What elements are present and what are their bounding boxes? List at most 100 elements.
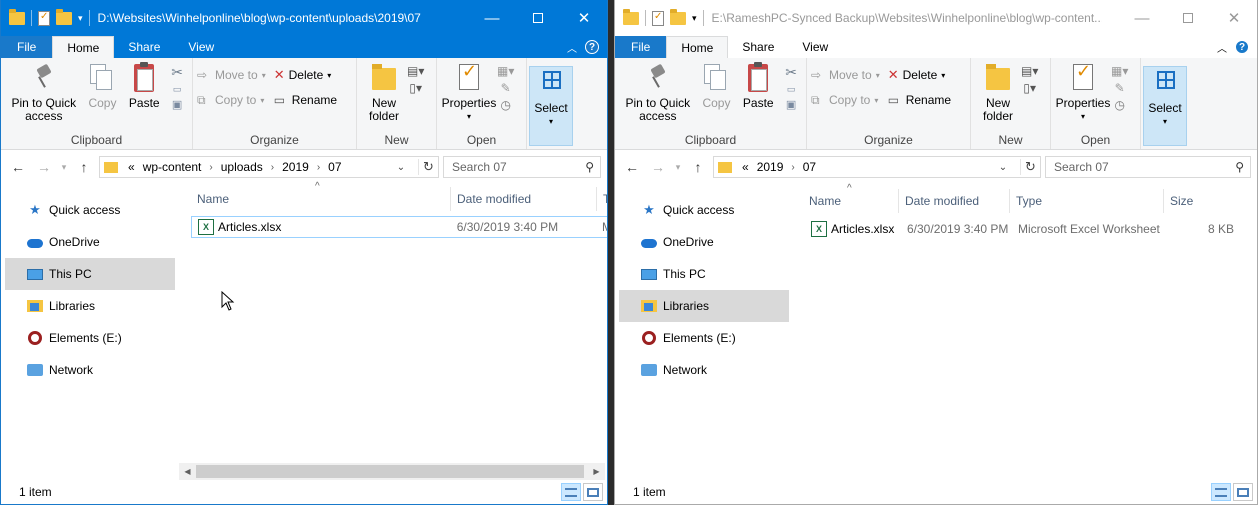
chevron-up-icon[interactable]: ︿ [1217, 40, 1227, 55]
easy-access-icon[interactable]: ▯▾ [409, 81, 422, 95]
breadcrumb-item[interactable]: 07 [803, 160, 816, 174]
refresh-button[interactable]: ↻ [1020, 159, 1040, 175]
breadcrumb-item[interactable]: 2019 [282, 160, 309, 174]
scroll-right-icon[interactable]: ▶ [588, 467, 605, 476]
new-item-icon[interactable]: ▤▾ [407, 64, 424, 78]
open-icon[interactable]: ▦▾ [1111, 64, 1128, 78]
cut-icon[interactable]: ✂ [785, 64, 797, 81]
tab-view[interactable]: View [174, 36, 228, 58]
copy-to-button[interactable]: ⧉ Copy to ▾ [197, 89, 266, 111]
nav-item-this-pc[interactable]: This PC [5, 258, 175, 290]
chevron-right-icon[interactable]: › [791, 162, 794, 173]
history-icon[interactable]: ◷ [500, 98, 510, 112]
properties-qat-icon[interactable] [652, 10, 664, 26]
scroll-left-icon[interactable]: ◀ [179, 467, 196, 476]
rename-button[interactable]: ▭ Rename [888, 89, 951, 111]
copy-path-icon[interactable]: ▭ [173, 84, 182, 95]
edit-icon[interactable]: ✎ [501, 81, 511, 95]
new-folder-qat-icon[interactable] [670, 8, 686, 25]
column-header-name[interactable]: Name [191, 187, 451, 211]
nav-item-onedrive[interactable]: OneDrive [5, 226, 175, 258]
minimize-button[interactable]: — [469, 0, 515, 36]
nav-item-quick-access[interactable]: ★ Quick access [619, 194, 789, 226]
chevron-right-icon[interactable]: › [271, 162, 274, 173]
open-icon[interactable]: ▦▾ [497, 64, 514, 78]
nav-item-elements-drive[interactable]: Elements (E:) [5, 322, 175, 354]
column-header-size[interactable]: Size [1164, 189, 1238, 213]
back-button[interactable]: ← [621, 159, 643, 175]
tab-file[interactable]: File [615, 36, 667, 58]
new-item-icon[interactable]: ▤▾ [1021, 64, 1038, 78]
rename-button[interactable]: ▭ Rename [274, 89, 337, 111]
tab-home[interactable]: Home [666, 36, 729, 58]
easy-access-icon[interactable]: ▯▾ [1023, 81, 1036, 95]
column-header-date[interactable]: Date modified [451, 187, 597, 211]
delete-button[interactable]: ✕ Delete ▾ [888, 64, 951, 86]
recent-locations-button[interactable]: ▾ [59, 162, 69, 173]
cut-icon[interactable]: ✂ [171, 64, 183, 81]
forward-button[interactable]: → [647, 159, 669, 175]
address-bar[interactable]: « wp-content › uploads › 2019 › 07 ⌄ ↻ [99, 156, 439, 178]
properties-qat-icon[interactable] [38, 10, 50, 26]
close-button[interactable]: ✕ [1211, 0, 1257, 36]
chevron-right-icon[interactable]: › [209, 162, 212, 173]
nav-item-onedrive[interactable]: OneDrive [619, 226, 789, 258]
nav-item-elements-drive[interactable]: Elements (E:) [619, 322, 789, 354]
close-button[interactable]: ✕ [561, 0, 607, 36]
address-dropdown-icon[interactable]: ⌄ [392, 162, 410, 173]
horizontal-scrollbar[interactable]: ◀ ▶ [179, 463, 605, 480]
up-button[interactable]: ↑ [687, 159, 709, 175]
customize-qat-icon[interactable]: ▾ [692, 13, 697, 24]
nav-item-network[interactable]: Network [5, 354, 175, 386]
nav-item-libraries[interactable]: Libraries [5, 290, 175, 322]
breadcrumb-overflow[interactable]: « [128, 160, 135, 174]
breadcrumb-item[interactable]: wp-content [143, 160, 202, 174]
back-button[interactable]: ← [7, 159, 29, 175]
maximize-button[interactable] [1165, 0, 1211, 36]
edit-icon[interactable]: ✎ [1115, 81, 1125, 95]
delete-button[interactable]: ✕ Delete ▾ [274, 64, 337, 86]
nav-item-libraries[interactable]: Libraries [619, 290, 789, 322]
new-folder-qat-icon[interactable] [56, 8, 72, 25]
breadcrumb-item[interactable]: 07 [328, 160, 341, 174]
maximize-button[interactable] [515, 0, 561, 36]
copy-path-icon[interactable]: ▭ [787, 84, 796, 95]
forward-button[interactable]: → [33, 159, 55, 175]
column-header-type[interactable]: Type [1010, 189, 1164, 213]
select-button[interactable]: Select ▾ [529, 66, 573, 146]
nav-item-this-pc[interactable]: This PC [619, 258, 789, 290]
tab-share[interactable]: Share [114, 36, 174, 58]
file-row[interactable]: X Articles.xlsx 6/30/2019 3:40 PM M [191, 216, 607, 238]
paste-shortcut-icon[interactable]: ▣ [172, 98, 182, 111]
title-bar[interactable]: ▾ E:\RameshPC-Synced Backup\Websites\Win… [615, 0, 1257, 36]
search-input[interactable]: Search 07 ⚲ [443, 156, 601, 178]
copy-to-button[interactable]: ⧉ Copy to ▾ [811, 89, 880, 111]
address-bar[interactable]: « 2019 › 07 ⌄ ↻ [713, 156, 1041, 178]
help-icon[interactable]: ? [585, 40, 599, 54]
breadcrumb-overflow[interactable]: « [742, 160, 749, 174]
move-to-button[interactable]: ⇨ Move to ▾ [811, 64, 880, 86]
tab-home[interactable]: Home [52, 36, 115, 58]
select-button[interactable]: Select ▾ [1143, 66, 1187, 146]
chevron-up-icon[interactable]: ︿ [567, 40, 577, 55]
large-icons-view-button[interactable] [1233, 483, 1253, 501]
help-icon[interactable]: ? [1235, 40, 1249, 54]
nav-item-quick-access[interactable]: ★ Quick access [5, 194, 175, 226]
customize-qat-icon[interactable]: ▾ [78, 13, 83, 24]
column-header-date[interactable]: Date modified [899, 189, 1010, 213]
breadcrumb-item[interactable]: 2019 [757, 160, 784, 174]
tab-view[interactable]: View [788, 36, 842, 58]
tab-file[interactable]: File [1, 36, 53, 58]
breadcrumb-item[interactable]: uploads [221, 160, 263, 174]
search-input[interactable]: Search 07 ⚲ [1045, 156, 1251, 178]
nav-item-network[interactable]: Network [619, 354, 789, 386]
large-icons-view-button[interactable] [583, 483, 603, 501]
scrollbar-thumb[interactable] [196, 465, 584, 478]
address-dropdown-icon[interactable]: ⌄ [994, 162, 1012, 173]
history-icon[interactable]: ◷ [1114, 98, 1124, 112]
column-header-type[interactable]: T [597, 187, 607, 211]
title-bar[interactable]: ▾ D:\Websites\Winhelponline\blog\wp-cont… [1, 0, 607, 36]
move-to-button[interactable]: ⇨ Move to ▾ [197, 64, 266, 86]
chevron-right-icon[interactable]: › [317, 162, 320, 173]
minimize-button[interactable]: — [1119, 0, 1165, 36]
